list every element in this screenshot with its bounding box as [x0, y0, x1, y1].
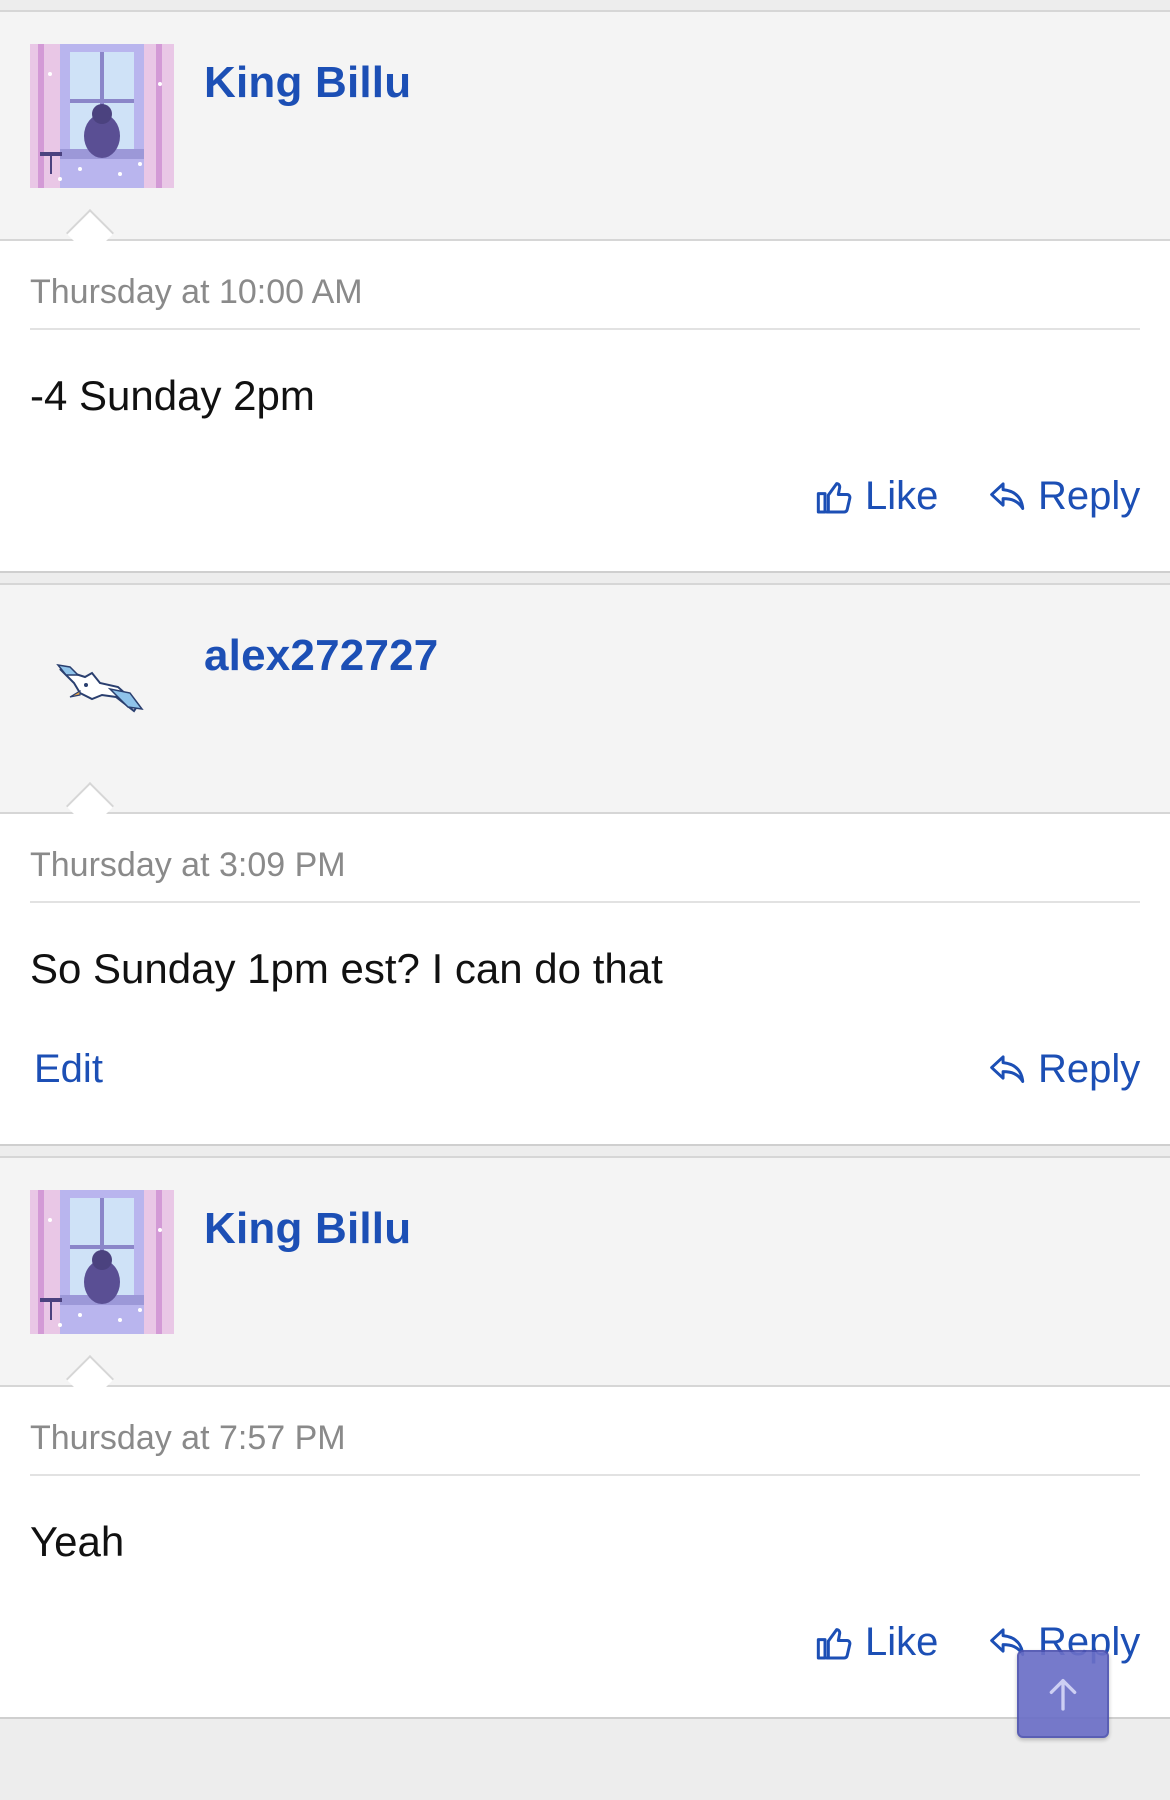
- message-thread: King Billu Thursday at 10:00 AM -4 Sunda…: [0, 0, 1170, 1719]
- post-timestamp[interactable]: Thursday at 7:57 PM: [30, 1419, 346, 1458]
- bird-avatar-icon: [30, 617, 174, 761]
- author-name[interactable]: King Billu: [204, 58, 411, 108]
- reply-button[interactable]: Reply: [988, 474, 1140, 519]
- post-timestamp[interactable]: Thursday at 10:00 AM: [30, 273, 363, 312]
- like-label: Like: [865, 474, 939, 518]
- reply-arrow-icon: [990, 1054, 1025, 1083]
- reply-arrow-icon: [990, 481, 1025, 510]
- edit-label: Edit: [34, 1047, 103, 1091]
- post: alex272727 Thursday at 3:09 PM So Sunday…: [0, 583, 1170, 1146]
- like-button[interactable]: Like: [815, 474, 938, 519]
- like-button[interactable]: Like: [815, 1620, 938, 1665]
- avatar[interactable]: [30, 1190, 174, 1334]
- reply-label: Reply: [1038, 1047, 1141, 1091]
- post-header: King Billu: [0, 12, 1170, 241]
- reply-button[interactable]: Reply: [988, 1047, 1140, 1092]
- avatar[interactable]: [30, 44, 174, 188]
- post-message: -4 Sunday 2pm: [30, 372, 315, 419]
- arrow-up-icon: [1049, 1679, 1077, 1711]
- thumbs-up-icon: [816, 481, 852, 513]
- scroll-to-top-button[interactable]: [1017, 1650, 1109, 1738]
- post: King Billu Thursday at 7:57 PM Yeah Like…: [0, 1156, 1170, 1719]
- anime-window-avatar-icon: [30, 44, 174, 188]
- post-timestamp[interactable]: Thursday at 3:09 PM: [30, 846, 346, 885]
- like-label: Like: [865, 1620, 939, 1664]
- edit-button[interactable]: Edit: [34, 1047, 103, 1092]
- divider: [30, 328, 1140, 330]
- post-message: Yeah: [30, 1518, 125, 1565]
- thumbs-up-icon: [816, 1627, 852, 1659]
- anime-window-avatar-icon: [30, 1190, 174, 1334]
- post-message: So Sunday 1pm est? I can do that: [30, 945, 663, 992]
- divider: [30, 901, 1140, 903]
- post: King Billu Thursday at 10:00 AM -4 Sunda…: [0, 10, 1170, 573]
- avatar[interactable]: [30, 617, 174, 761]
- author-name[interactable]: King Billu: [204, 1204, 411, 1254]
- reply-label: Reply: [1038, 474, 1141, 518]
- author-name[interactable]: alex272727: [204, 631, 438, 681]
- divider: [30, 1474, 1140, 1476]
- post-header: alex272727: [0, 585, 1170, 814]
- post-header: King Billu: [0, 1158, 1170, 1387]
